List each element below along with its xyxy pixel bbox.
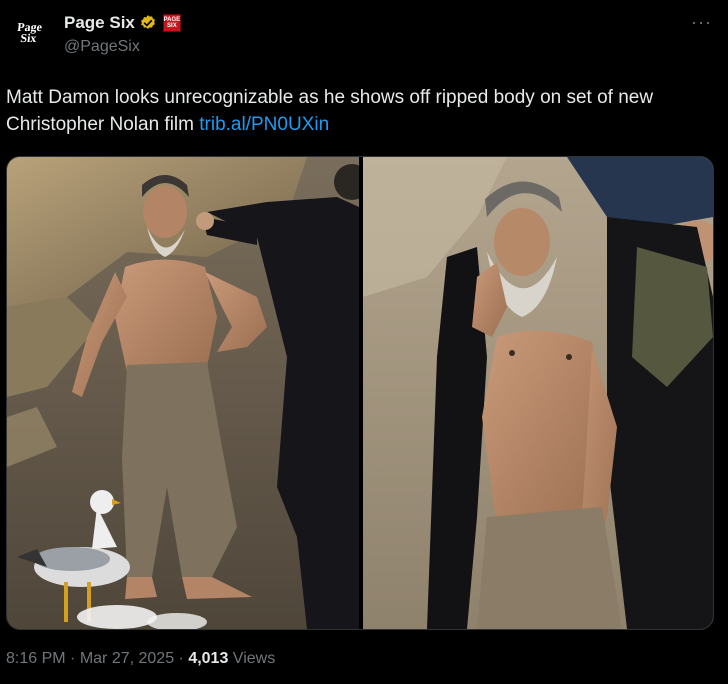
tweet-text: Matt Damon looks unrecognizable as he sh…	[6, 84, 718, 138]
photo-left[interactable]	[7, 157, 370, 629]
author-name-row[interactable]: Page Six PAGE SIX	[64, 13, 181, 33]
page-six-logo: Page Six	[6, 13, 52, 53]
affiliate-badge-icon: PAGE SIX	[162, 14, 181, 32]
author-display-name[interactable]: Page Six	[64, 13, 135, 33]
tweet-link[interactable]: trib.al/PN0UXin	[199, 114, 329, 135]
tweet-body: Matt Damon looks unrecognizable as he sh…	[6, 87, 654, 135]
meta-separator-2: ·	[174, 650, 189, 667]
tweet-time[interactable]: 8:16 PM	[6, 650, 66, 667]
tweet-media[interactable]	[6, 156, 714, 630]
views-label: Views	[228, 650, 276, 667]
tweet-date[interactable]: Mar 27, 2025	[80, 650, 174, 667]
author-handle[interactable]: @PageSix	[64, 38, 140, 56]
photo-right[interactable]	[363, 157, 713, 629]
verified-badge-icon	[140, 15, 155, 29]
tweet-meta: 8:16 PM · Mar 27, 2025 · 4,013 Views	[6, 650, 275, 668]
avatar[interactable]: Page Six	[6, 10, 52, 56]
media-photos	[7, 157, 713, 629]
avatar-text-line2: Six	[19, 31, 38, 45]
more-options-icon[interactable]: ···	[691, 12, 712, 33]
meta-separator: ·	[65, 650, 80, 667]
views-count: 4,013	[188, 650, 229, 667]
